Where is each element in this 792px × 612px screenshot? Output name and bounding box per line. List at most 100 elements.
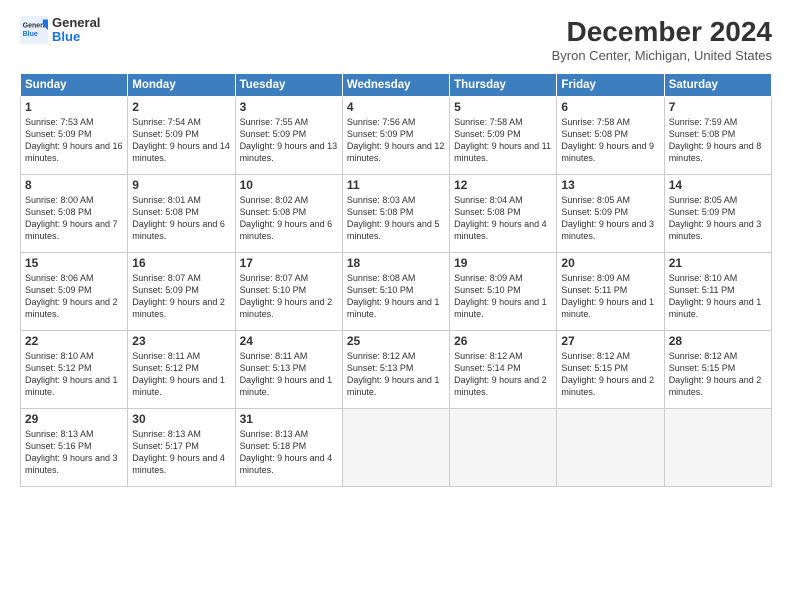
day-number: 14: [669, 178, 767, 192]
cell-info: Sunrise: 7:58 AMSunset: 5:08 PMDaylight:…: [561, 117, 654, 163]
day-number: 11: [347, 178, 445, 192]
day-number: 13: [561, 178, 659, 192]
calendar-cell: 28 Sunrise: 8:12 AMSunset: 5:15 PMDaylig…: [664, 331, 771, 409]
logo-text: General Blue: [52, 16, 100, 45]
col-tuesday: Tuesday: [235, 74, 342, 97]
cell-info: Sunrise: 7:56 AMSunset: 5:09 PMDaylight:…: [347, 117, 445, 163]
calendar-cell: 26 Sunrise: 8:12 AMSunset: 5:14 PMDaylig…: [450, 331, 557, 409]
day-number: 7: [669, 100, 767, 114]
col-sunday: Sunday: [21, 74, 128, 97]
calendar-cell: 24 Sunrise: 8:11 AMSunset: 5:13 PMDaylig…: [235, 331, 342, 409]
day-number: 3: [240, 100, 338, 114]
day-number: 4: [347, 100, 445, 114]
calendar-week-2: 8 Sunrise: 8:00 AMSunset: 5:08 PMDayligh…: [21, 175, 772, 253]
cell-info: Sunrise: 8:07 AMSunset: 5:09 PMDaylight:…: [132, 273, 225, 319]
cell-info: Sunrise: 8:09 AMSunset: 5:11 PMDaylight:…: [561, 273, 654, 319]
cell-info: Sunrise: 8:12 AMSunset: 5:14 PMDaylight:…: [454, 351, 547, 397]
calendar-cell: 29 Sunrise: 8:13 AMSunset: 5:16 PMDaylig…: [21, 409, 128, 487]
day-number: 8: [25, 178, 123, 192]
day-number: 20: [561, 256, 659, 270]
calendar-cell: 20 Sunrise: 8:09 AMSunset: 5:11 PMDaylig…: [557, 253, 664, 331]
logo-line1: General: [52, 16, 100, 30]
calendar-cell: 2 Sunrise: 7:54 AMSunset: 5:09 PMDayligh…: [128, 97, 235, 175]
calendar-cell: 6 Sunrise: 7:58 AMSunset: 5:08 PMDayligh…: [557, 97, 664, 175]
day-number: 6: [561, 100, 659, 114]
day-number: 15: [25, 256, 123, 270]
calendar-cell: 4 Sunrise: 7:56 AMSunset: 5:09 PMDayligh…: [342, 97, 449, 175]
cell-info: Sunrise: 7:54 AMSunset: 5:09 PMDaylight:…: [132, 117, 230, 163]
cell-info: Sunrise: 8:13 AMSunset: 5:17 PMDaylight:…: [132, 429, 225, 475]
col-monday: Monday: [128, 74, 235, 97]
calendar-cell: 13 Sunrise: 8:05 AMSunset: 5:09 PMDaylig…: [557, 175, 664, 253]
main-title: December 2024: [552, 16, 772, 48]
calendar-cell: 19 Sunrise: 8:09 AMSunset: 5:10 PMDaylig…: [450, 253, 557, 331]
calendar-cell: 18 Sunrise: 8:08 AMSunset: 5:10 PMDaylig…: [342, 253, 449, 331]
cell-info: Sunrise: 8:01 AMSunset: 5:08 PMDaylight:…: [132, 195, 225, 241]
day-number: 29: [25, 412, 123, 426]
cell-info: Sunrise: 7:58 AMSunset: 5:09 PMDaylight:…: [454, 117, 551, 163]
calendar-week-5: 29 Sunrise: 8:13 AMSunset: 5:16 PMDaylig…: [21, 409, 772, 487]
calendar-cell: 15 Sunrise: 8:06 AMSunset: 5:09 PMDaylig…: [21, 253, 128, 331]
cell-info: Sunrise: 8:11 AMSunset: 5:13 PMDaylight:…: [240, 351, 333, 397]
logo: General Blue General Blue: [20, 16, 100, 45]
day-number: 28: [669, 334, 767, 348]
calendar-cell: [664, 409, 771, 487]
calendar: Sunday Monday Tuesday Wednesday Thursday…: [20, 73, 772, 487]
cell-info: Sunrise: 8:07 AMSunset: 5:10 PMDaylight:…: [240, 273, 333, 319]
cell-info: Sunrise: 7:55 AMSunset: 5:09 PMDaylight:…: [240, 117, 338, 163]
col-friday: Friday: [557, 74, 664, 97]
day-number: 1: [25, 100, 123, 114]
cell-info: Sunrise: 8:04 AMSunset: 5:08 PMDaylight:…: [454, 195, 547, 241]
cell-info: Sunrise: 8:06 AMSunset: 5:09 PMDaylight:…: [25, 273, 118, 319]
day-number: 10: [240, 178, 338, 192]
subtitle: Byron Center, Michigan, United States: [552, 48, 772, 63]
calendar-cell: 31 Sunrise: 8:13 AMSunset: 5:18 PMDaylig…: [235, 409, 342, 487]
cell-info: Sunrise: 8:00 AMSunset: 5:08 PMDaylight:…: [25, 195, 118, 241]
cell-info: Sunrise: 8:12 AMSunset: 5:13 PMDaylight:…: [347, 351, 440, 397]
calendar-cell: 23 Sunrise: 8:11 AMSunset: 5:12 PMDaylig…: [128, 331, 235, 409]
day-number: 21: [669, 256, 767, 270]
col-wednesday: Wednesday: [342, 74, 449, 97]
cell-info: Sunrise: 7:53 AMSunset: 5:09 PMDaylight:…: [25, 117, 123, 163]
header: General Blue General Blue December 2024 …: [20, 16, 772, 63]
col-thursday: Thursday: [450, 74, 557, 97]
calendar-cell: 11 Sunrise: 8:03 AMSunset: 5:08 PMDaylig…: [342, 175, 449, 253]
logo-line2: Blue: [52, 29, 80, 44]
calendar-cell: 7 Sunrise: 7:59 AMSunset: 5:08 PMDayligh…: [664, 97, 771, 175]
cell-info: Sunrise: 8:09 AMSunset: 5:10 PMDaylight:…: [454, 273, 547, 319]
cell-info: Sunrise: 8:11 AMSunset: 5:12 PMDaylight:…: [132, 351, 225, 397]
day-number: 23: [132, 334, 230, 348]
calendar-cell: 3 Sunrise: 7:55 AMSunset: 5:09 PMDayligh…: [235, 97, 342, 175]
calendar-cell: 8 Sunrise: 8:00 AMSunset: 5:08 PMDayligh…: [21, 175, 128, 253]
cell-info: Sunrise: 8:13 AMSunset: 5:16 PMDaylight:…: [25, 429, 118, 475]
calendar-cell: [557, 409, 664, 487]
day-number: 30: [132, 412, 230, 426]
calendar-cell: 10 Sunrise: 8:02 AMSunset: 5:08 PMDaylig…: [235, 175, 342, 253]
day-number: 22: [25, 334, 123, 348]
calendar-cell: 9 Sunrise: 8:01 AMSunset: 5:08 PMDayligh…: [128, 175, 235, 253]
calendar-cell: 25 Sunrise: 8:12 AMSunset: 5:13 PMDaylig…: [342, 331, 449, 409]
calendar-cell: [450, 409, 557, 487]
cell-info: Sunrise: 8:08 AMSunset: 5:10 PMDaylight:…: [347, 273, 440, 319]
calendar-cell: 17 Sunrise: 8:07 AMSunset: 5:10 PMDaylig…: [235, 253, 342, 331]
cell-info: Sunrise: 7:59 AMSunset: 5:08 PMDaylight:…: [669, 117, 762, 163]
day-number: 17: [240, 256, 338, 270]
day-number: 18: [347, 256, 445, 270]
cell-info: Sunrise: 8:05 AMSunset: 5:09 PMDaylight:…: [561, 195, 654, 241]
cell-info: Sunrise: 8:03 AMSunset: 5:08 PMDaylight:…: [347, 195, 440, 241]
cell-info: Sunrise: 8:12 AMSunset: 5:15 PMDaylight:…: [561, 351, 654, 397]
calendar-cell: 21 Sunrise: 8:10 AMSunset: 5:11 PMDaylig…: [664, 253, 771, 331]
cell-info: Sunrise: 8:02 AMSunset: 5:08 PMDaylight:…: [240, 195, 333, 241]
day-number: 5: [454, 100, 552, 114]
calendar-cell: 1 Sunrise: 7:53 AMSunset: 5:09 PMDayligh…: [21, 97, 128, 175]
calendar-cell: 16 Sunrise: 8:07 AMSunset: 5:09 PMDaylig…: [128, 253, 235, 331]
day-number: 19: [454, 256, 552, 270]
day-number: 31: [240, 412, 338, 426]
day-number: 26: [454, 334, 552, 348]
day-number: 25: [347, 334, 445, 348]
calendar-week-1: 1 Sunrise: 7:53 AMSunset: 5:09 PMDayligh…: [21, 97, 772, 175]
day-number: 2: [132, 100, 230, 114]
day-number: 12: [454, 178, 552, 192]
calendar-cell: 12 Sunrise: 8:04 AMSunset: 5:08 PMDaylig…: [450, 175, 557, 253]
calendar-cell: 27 Sunrise: 8:12 AMSunset: 5:15 PMDaylig…: [557, 331, 664, 409]
